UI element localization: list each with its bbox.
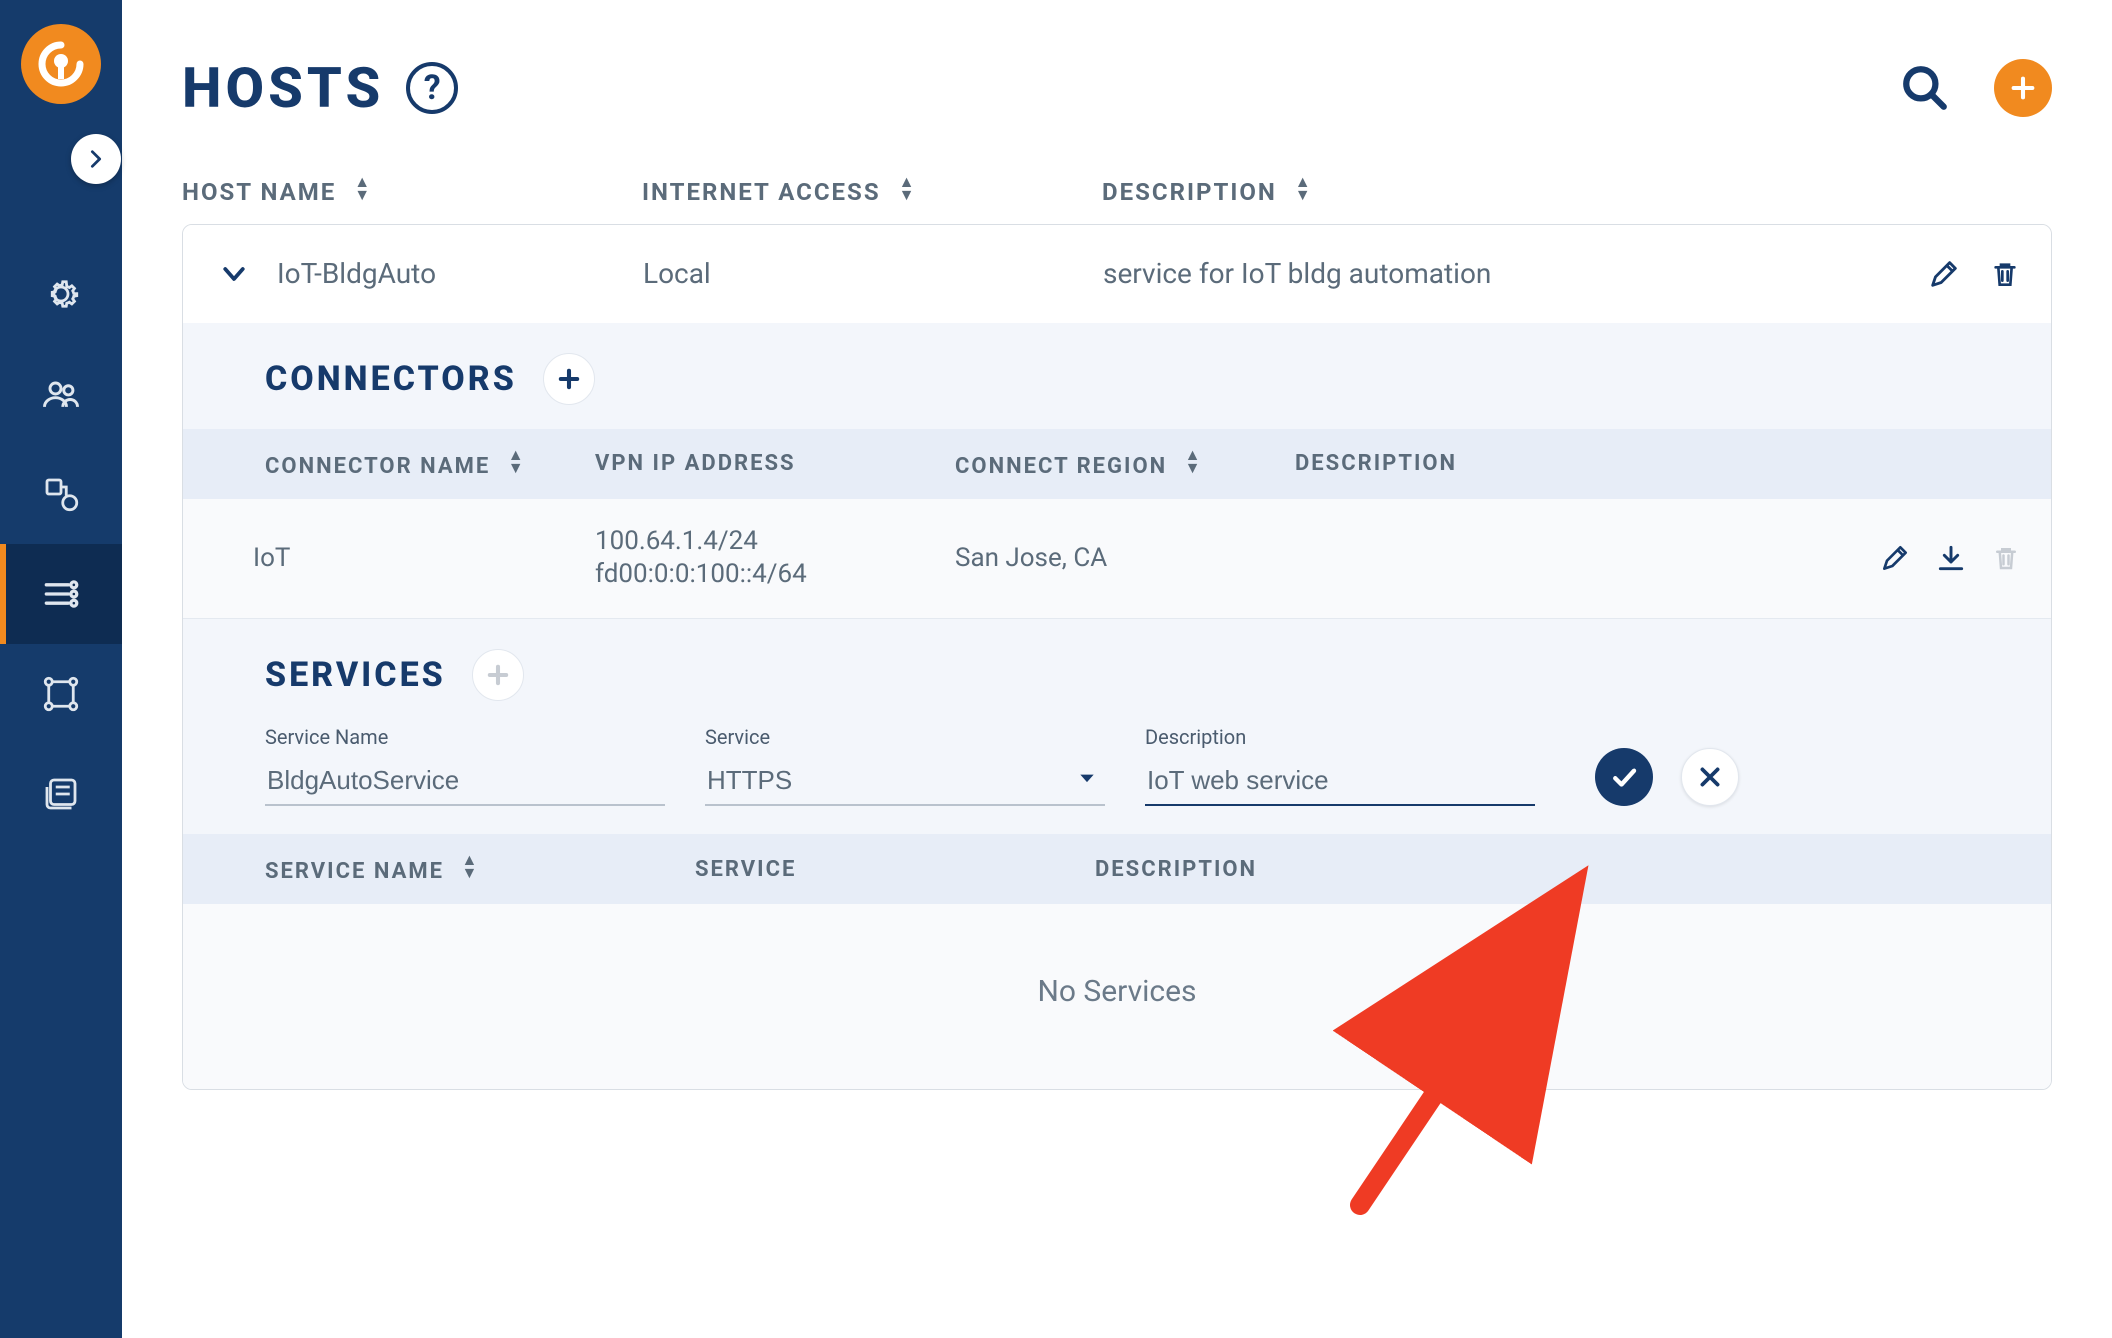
col-vpn-ip: VPN IP ADDRESS: [595, 451, 955, 476]
service-name-label: Service Name: [265, 725, 665, 749]
plus-icon: [2009, 74, 2037, 102]
nav-items: [0, 244, 122, 844]
add-host-button[interactable]: [1994, 59, 2052, 117]
delete-connector-button: [1991, 542, 2021, 574]
no-services-message: No Services: [183, 904, 2051, 1089]
connector-vpn-ip: 100.64.1.4/24 fd00:0:0:100::4/64: [595, 525, 955, 593]
nav-settings[interactable]: [0, 244, 122, 344]
users-icon: [39, 372, 83, 416]
sort-icon: ▲▼: [461, 854, 479, 880]
nav-logs[interactable]: [0, 744, 122, 844]
edit-connector-button[interactable]: [1879, 542, 1911, 574]
service-column-headers: SERVICE NAME ▲▼ SERVICE DESCRIPTION: [183, 834, 2051, 904]
chevron-down-icon[interactable]: [219, 259, 249, 289]
sidebar-expand-button[interactable]: [71, 134, 121, 184]
add-service-button[interactable]: [472, 649, 524, 701]
col-description[interactable]: DESCRIPTION ▲▼: [1102, 176, 2052, 206]
trash-icon: [1989, 257, 2021, 291]
main: HOSTS ? HOST NAME ▲▼ INTERNET ACCESS: [122, 0, 2112, 1338]
chevron-right-icon: [85, 148, 107, 170]
host-row[interactable]: IoT-BldgAuto Local service for IoT bldg …: [183, 225, 2051, 323]
pencil-icon: [1879, 542, 1911, 574]
col-service: SERVICE: [695, 857, 1095, 882]
download-connector-button[interactable]: [1935, 542, 1967, 574]
logo-wrap: [21, 24, 101, 144]
connector-column-headers: CONNECTOR NAME ▲▼ VPN IP ADDRESS CONNECT…: [183, 429, 2051, 499]
plus-icon: [484, 661, 512, 689]
host-name: IoT-BldgAuto: [277, 257, 436, 290]
nav-networks[interactable]: [0, 444, 122, 544]
sort-icon: ▲▼: [1295, 176, 1313, 202]
trash-icon: [1991, 542, 2021, 574]
search-icon: [1900, 63, 1950, 113]
topology-icon: [40, 673, 82, 715]
network-icon: [40, 473, 82, 515]
service-desc-label: Description: [1145, 725, 1535, 749]
col-description-label: DESCRIPTION: [1102, 178, 1277, 206]
col-internet-access[interactable]: INTERNET ACCESS ▲▼: [642, 176, 1102, 206]
delete-host-button[interactable]: [1989, 257, 2021, 291]
services-title: SERVICES: [265, 655, 446, 695]
col-service-name[interactable]: SERVICE NAME ▲▼: [265, 854, 695, 884]
check-icon: [1609, 762, 1639, 792]
col-connector-name[interactable]: CONNECTOR NAME ▲▼: [265, 449, 595, 479]
nav-hosts[interactable]: [0, 544, 122, 644]
service-desc-input[interactable]: [1145, 757, 1535, 806]
connector-name: IoT: [253, 543, 595, 573]
sort-icon: ▲▼: [354, 176, 372, 202]
connectors-panel: CONNECTORS CONNECTOR NAME ▲▼ VPN IP ADDR…: [183, 323, 2051, 619]
service-form: Service Name Service Description: [183, 725, 2051, 834]
caret-down-icon: [1077, 768, 1097, 792]
logo-icon: [21, 24, 101, 104]
download-icon: [1935, 542, 1967, 574]
hosts-icon: [39, 572, 83, 616]
edit-host-button[interactable]: [1927, 257, 1961, 291]
add-connector-button[interactable]: [543, 353, 595, 405]
col-host-name-label: HOST NAME: [182, 178, 336, 206]
gear-icon: [40, 273, 82, 315]
col-connector-description: DESCRIPTION: [1295, 451, 2021, 476]
col-host-name[interactable]: HOST NAME ▲▼: [182, 176, 642, 206]
col-internet-access-label: INTERNET ACCESS: [642, 178, 881, 206]
confirm-service-button[interactable]: [1595, 748, 1653, 806]
connector-row: IoT 100.64.1.4/24 fd00:0:0:100::4/64 San…: [183, 499, 2051, 620]
host-card: IoT-BldgAuto Local service for IoT bldg …: [182, 224, 2052, 1090]
sort-icon: ▲▼: [899, 176, 917, 202]
search-button[interactable]: [1900, 63, 1950, 113]
service-type-select[interactable]: [705, 757, 1105, 806]
service-type-label: Service: [705, 725, 1105, 749]
pencil-icon: [1927, 257, 1961, 291]
col-connect-region[interactable]: CONNECT REGION ▲▼: [955, 449, 1295, 479]
help-button[interactable]: ?: [406, 62, 458, 114]
service-name-input[interactable]: [265, 757, 665, 806]
nav-users[interactable]: [0, 344, 122, 444]
connectors-title: CONNECTORS: [265, 359, 517, 399]
connector-region: San Jose, CA: [955, 543, 1295, 573]
services-panel: SERVICES Service Name Service: [183, 619, 2051, 1089]
sort-icon: ▲▼: [1185, 449, 1203, 475]
logs-icon: [40, 773, 82, 815]
col-service-description: DESCRIPTION: [1095, 857, 2021, 882]
plus-icon: [555, 365, 583, 393]
cancel-service-button[interactable]: [1681, 748, 1739, 806]
close-icon: [1697, 764, 1723, 790]
page-header: HOSTS ?: [182, 55, 2052, 121]
sort-icon: ▲▼: [508, 449, 526, 475]
sidebar: [0, 0, 122, 1338]
nav-topology[interactable]: [0, 644, 122, 744]
host-column-headers: HOST NAME ▲▼ INTERNET ACCESS ▲▼ DESCRIPT…: [182, 176, 2052, 224]
host-internet-access: Local: [643, 257, 1103, 290]
host-description: service for IoT bldg automation: [1103, 257, 1927, 290]
page-title: HOSTS: [182, 55, 384, 121]
